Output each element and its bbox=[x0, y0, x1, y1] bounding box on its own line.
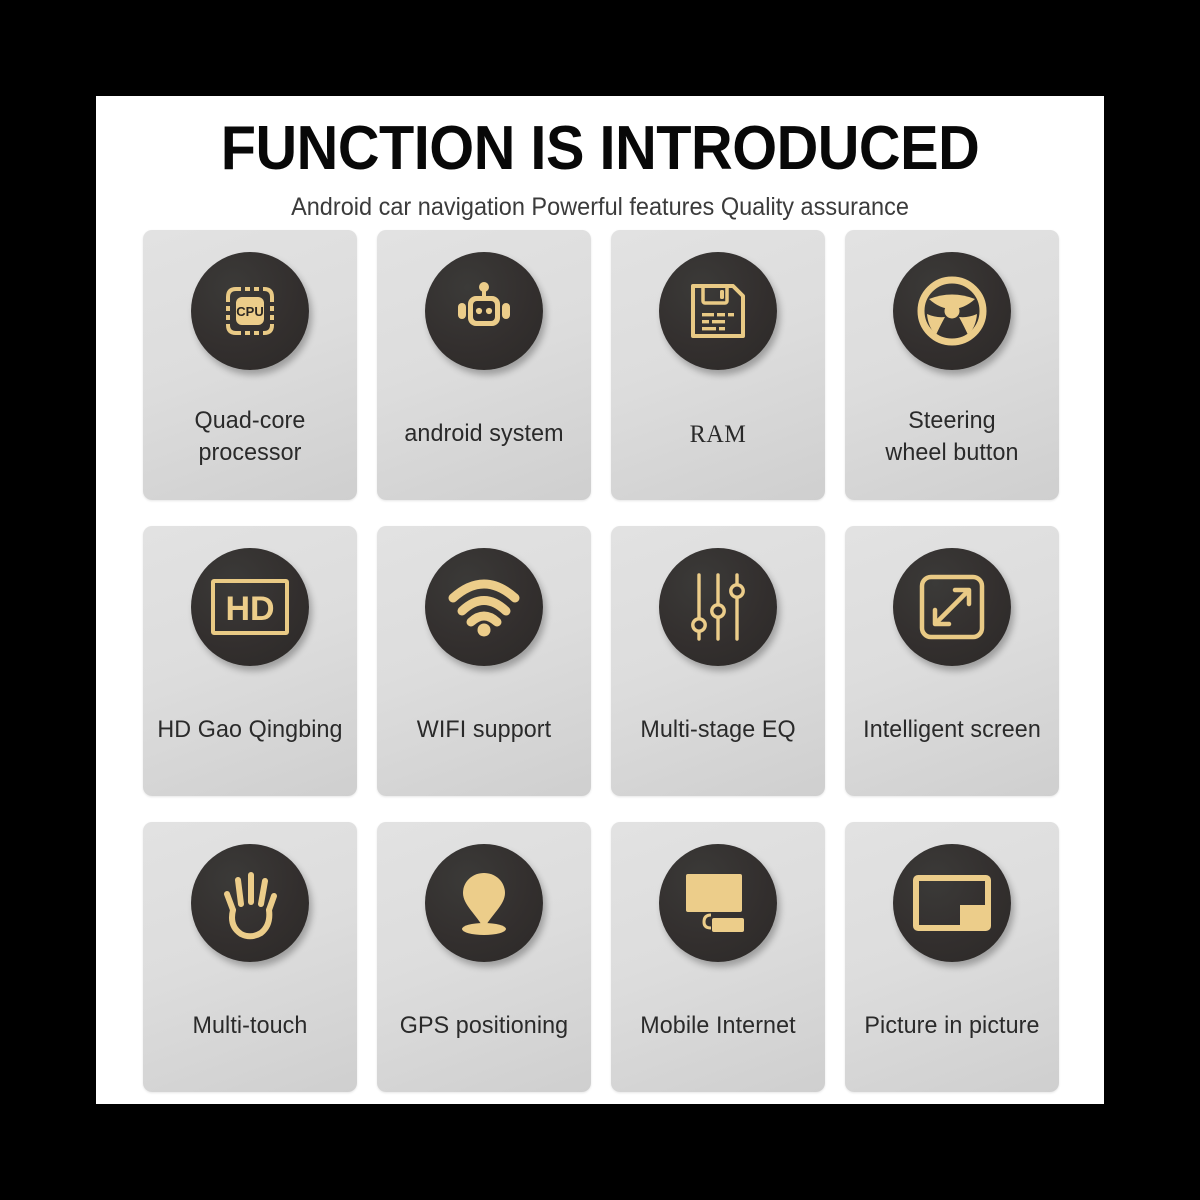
feature-card-android-system[interactable]: android system bbox=[377, 230, 591, 500]
icon-badge bbox=[425, 548, 543, 666]
hand-touch-icon bbox=[217, 866, 283, 940]
feature-label: android system bbox=[404, 420, 564, 448]
icon-badge bbox=[425, 844, 543, 962]
page-title: FUNCTION IS INTRODUCED bbox=[220, 114, 980, 183]
feature-label: Steering wheel button bbox=[885, 407, 1019, 466]
icon-badge bbox=[893, 844, 1011, 962]
feature-card-steering-wheel-button[interactable]: Steering wheel button bbox=[845, 230, 1059, 500]
icon-badge bbox=[893, 252, 1011, 370]
feature-card-mobile-internet[interactable]: Mobile Internet bbox=[611, 822, 825, 1092]
icon-badge bbox=[191, 844, 309, 962]
icon-badge bbox=[425, 252, 543, 370]
feature-card-picture-in-picture[interactable]: Picture in picture bbox=[845, 822, 1059, 1092]
poster-panel: FUNCTION IS INTRODUCED Android car navig… bbox=[96, 96, 1104, 1104]
icon-badge bbox=[659, 548, 777, 666]
map-pin-icon bbox=[451, 867, 517, 939]
feature-label: GPS positioning bbox=[399, 1012, 569, 1040]
feature-label: Multi-touch bbox=[192, 1012, 308, 1040]
icon-badge bbox=[659, 844, 777, 962]
feature-label: Multi-stage EQ bbox=[640, 716, 796, 744]
poster-header: FUNCTION IS INTRODUCED Android car navig… bbox=[96, 96, 1104, 222]
android-robot-icon bbox=[449, 276, 519, 346]
page-subtitle: Android car navigation Powerful features… bbox=[291, 193, 909, 222]
monitor-icon bbox=[682, 870, 754, 936]
icon-badge bbox=[893, 548, 1011, 666]
equalizer-sliders-icon bbox=[687, 571, 749, 643]
memory-floppy-icon bbox=[685, 278, 751, 344]
svg-text:HD: HD bbox=[225, 590, 274, 628]
feature-card-ram[interactable]: RAM bbox=[611, 230, 825, 500]
feature-card-hd-gao-qingbing[interactable]: HD HD Gao Qingbing bbox=[143, 526, 357, 796]
feature-label: Mobile Internet bbox=[640, 1012, 796, 1040]
feature-card-gps-positioning[interactable]: GPS positioning bbox=[377, 822, 591, 1092]
feature-card-multi-stage-eq[interactable]: Multi-stage EQ bbox=[611, 526, 825, 796]
hd-screen-icon: HD bbox=[210, 578, 290, 636]
feature-label: Quad-core processor bbox=[194, 407, 306, 466]
feature-label: WIFI support bbox=[416, 716, 552, 744]
feature-label: HD Gao Qingbing bbox=[157, 716, 343, 744]
icon-badge: HD bbox=[191, 548, 309, 666]
icon-badge: CPU bbox=[191, 252, 309, 370]
steering-wheel-icon bbox=[914, 273, 990, 349]
expand-screen-icon bbox=[918, 573, 986, 641]
feature-card-multi-touch[interactable]: Multi-touch bbox=[143, 822, 357, 1092]
feature-label: Picture in picture bbox=[864, 1012, 1040, 1040]
feature-card-quad-core-processor[interactable]: CPU Quad-core processor bbox=[143, 230, 357, 500]
feature-label: RAM bbox=[689, 420, 747, 448]
icon-badge bbox=[659, 252, 777, 370]
cpu-chip-icon: CPU bbox=[214, 275, 286, 347]
picture-in-picture-icon bbox=[913, 875, 991, 931]
feature-card-intelligent-screen[interactable]: Intelligent screen bbox=[845, 526, 1059, 796]
svg-text:CPU: CPU bbox=[236, 304, 263, 319]
wifi-icon bbox=[447, 576, 521, 638]
feature-label: Intelligent screen bbox=[863, 716, 1041, 744]
feature-grid: CPU Quad-core processor android system R… bbox=[143, 230, 1059, 1092]
feature-card-wifi-support[interactable]: WIFI support bbox=[377, 526, 591, 796]
